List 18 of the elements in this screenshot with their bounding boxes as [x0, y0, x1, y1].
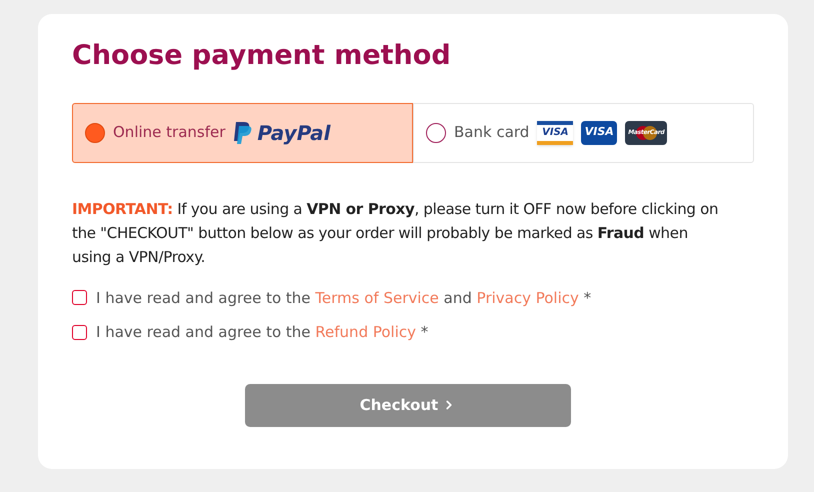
policy-link[interactable]: Privacy Policy — [476, 288, 579, 306]
paypal-logo: PayPal — [233, 118, 330, 148]
checkbox[interactable] — [72, 324, 87, 340]
checkbox[interactable] — [72, 290, 87, 306]
payment-option[interactable]: Online transfer PayPal — [72, 102, 413, 162]
paypal-p-icon — [233, 120, 254, 144]
radio-button[interactable] — [85, 122, 105, 142]
agreement-text: I have read and agree to the Terms of Service and Privacy Policy * — [96, 288, 592, 308]
policy-link[interactable]: Refund Policy — [315, 323, 416, 341]
policy-link[interactable]: Terms of Service — [315, 288, 439, 306]
card-logo: VISA — [581, 120, 618, 144]
radio-button[interactable] — [426, 122, 446, 142]
page-title: Choose payment method — [72, 39, 452, 73]
card-logo: VISA — [537, 120, 574, 144]
option-label: Bank card — [454, 122, 530, 144]
agreement-text: I have read and agree to the Refund Policy * — [96, 322, 428, 343]
notice-text: IMPORTANT: If you are using a VPN or Proxy, please turn it OFF now before clicking on the "CHECKOUT" button below as your order will probably be marked as Fraud when using a VPN/Proxy. — [72, 198, 720, 268]
option-label: Online transfer — [113, 122, 226, 144]
